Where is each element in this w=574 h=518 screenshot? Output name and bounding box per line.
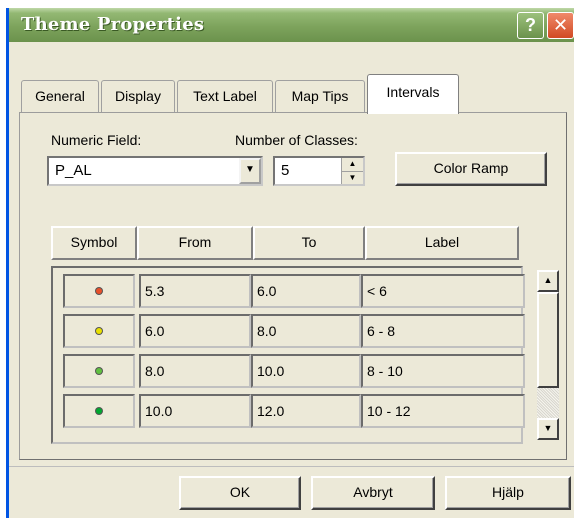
table-row[interactable]: 8.0 10.0 8 - 10 — [63, 354, 527, 388]
scroll-up-icon[interactable]: ▲ — [537, 270, 559, 292]
tab-map-tips[interactable]: Map Tips — [275, 80, 365, 112]
symbol-dot — [96, 327, 102, 334]
to-cell[interactable]: 8.0 — [251, 314, 361, 348]
symbol-dot — [96, 367, 102, 374]
numeric-field-label: Numeric Field: — [51, 132, 142, 148]
table-row[interactable]: 10.0 12.0 10 - 12 — [63, 394, 527, 428]
divider — [9, 466, 574, 467]
symbol-dot — [96, 407, 102, 414]
table-scrollbar[interactable]: ▲ ▼ — [537, 270, 559, 440]
label-cell[interactable]: 6 - 8 — [361, 314, 525, 348]
table-row[interactable]: 5.3 6.0 < 6 — [63, 274, 527, 308]
numeric-field-select[interactable]: P_AL ▼ — [47, 156, 263, 186]
column-header-label[interactable]: Label — [365, 226, 519, 260]
title-bar[interactable]: Theme Properties ? ✕ — [9, 8, 574, 42]
scroll-down-icon[interactable]: ▼ — [537, 418, 559, 440]
symbol-cell[interactable] — [63, 274, 135, 308]
symbol-cell[interactable] — [63, 354, 135, 388]
help-icon[interactable]: ? — [517, 12, 544, 39]
tab-intervals[interactable]: Intervals — [367, 74, 459, 114]
number-of-classes-stepper[interactable]: 5 ▲ ▼ — [273, 156, 365, 186]
number-of-classes-value: 5 — [281, 162, 290, 179]
from-cell[interactable]: 10.0 — [139, 394, 251, 428]
number-of-classes-label: Number of Classes: — [235, 132, 358, 148]
theme-properties-dialog: Theme Properties ? ✕ General Display Tex… — [6, 8, 574, 518]
from-cell[interactable]: 8.0 — [139, 354, 251, 388]
symbol-dot — [96, 287, 102, 294]
close-icon[interactable]: ✕ — [547, 12, 574, 39]
cancel-button[interactable]: Avbryt — [311, 476, 435, 510]
from-cell[interactable]: 5.3 — [139, 274, 251, 308]
label-cell[interactable]: 8 - 10 — [361, 354, 525, 388]
window-title: Theme Properties — [21, 14, 205, 35]
scrollbar-track[interactable] — [537, 388, 559, 418]
color-ramp-button[interactable]: Color Ramp — [395, 152, 547, 186]
tab-display[interactable]: Display — [101, 80, 175, 112]
tab-general[interactable]: General — [21, 80, 99, 112]
spin-up-icon[interactable]: ▲ — [342, 158, 363, 171]
to-cell[interactable]: 10.0 — [251, 354, 361, 388]
symbol-cell[interactable] — [63, 394, 135, 428]
ok-button[interactable]: OK — [179, 476, 301, 510]
numeric-field-value: P_AL — [55, 162, 92, 179]
to-cell[interactable]: 12.0 — [251, 394, 361, 428]
tab-text-label[interactable]: Text Label — [177, 80, 273, 112]
spin-buttons[interactable]: ▲ ▼ — [341, 158, 363, 184]
from-cell[interactable]: 6.0 — [139, 314, 251, 348]
label-cell[interactable]: < 6 — [361, 274, 525, 308]
label-cell[interactable]: 10 - 12 — [361, 394, 525, 428]
to-cell[interactable]: 6.0 — [251, 274, 361, 308]
column-header-to[interactable]: To — [253, 226, 365, 260]
scrollbar-thumb[interactable] — [537, 292, 559, 388]
column-header-symbol[interactable]: Symbol — [51, 226, 137, 260]
column-header-from[interactable]: From — [137, 226, 253, 260]
chevron-down-icon[interactable]: ▼ — [239, 158, 261, 184]
table-row[interactable]: 6.0 8.0 6 - 8 — [63, 314, 527, 348]
symbol-cell[interactable] — [63, 314, 135, 348]
spin-down-icon[interactable]: ▼ — [342, 171, 363, 184]
help-button[interactable]: Hjälp — [445, 476, 571, 510]
